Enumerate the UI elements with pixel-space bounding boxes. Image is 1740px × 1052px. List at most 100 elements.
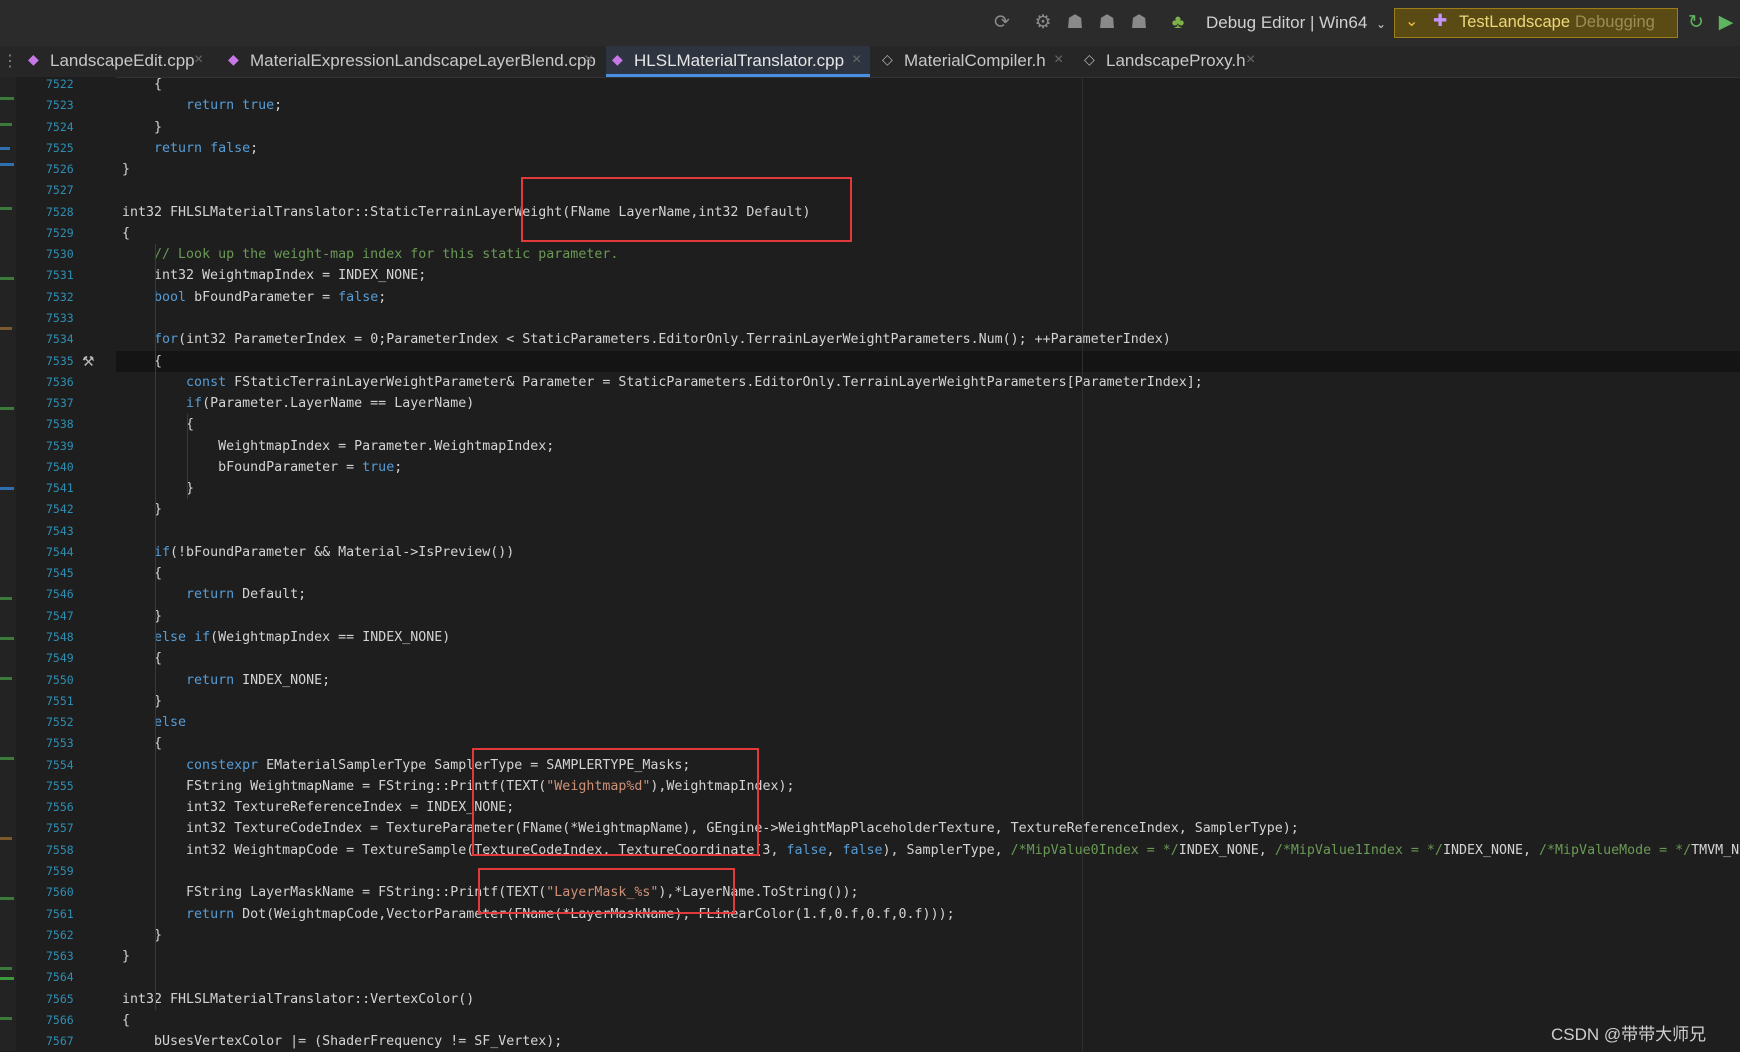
line-number[interactable]: 7527 — [46, 180, 82, 201]
code-line[interactable]: { — [122, 648, 162, 669]
line-number[interactable]: 7560 — [46, 882, 82, 903]
line-number[interactable]: 7541 — [46, 478, 82, 499]
line-number[interactable]: 7552 — [46, 712, 82, 733]
line-number[interactable]: 7530 — [46, 244, 82, 265]
gamepad-alt-icon[interactable]: ☗ — [1095, 11, 1119, 35]
code-line[interactable]: if(!bFoundParameter && Material->IsPrevi… — [122, 542, 514, 563]
line-number[interactable]: 7564 — [46, 967, 82, 988]
gamepad-icon[interactable]: ☗ — [1063, 11, 1087, 35]
line-number[interactable]: 7529 — [46, 223, 82, 244]
line-number[interactable]: 7554 — [46, 755, 82, 776]
line-number[interactable]: 7542 — [46, 499, 82, 520]
line-number-gutter[interactable]: 7522 7523 7524 7525 7526 7527 7528 7529 7530 7531… — [16, 77, 116, 1051]
line-number[interactable]: 7522 — [46, 74, 82, 95]
tab-materialexpressionlandscapelayerblend[interactable]: ◆ MaterialExpressionLandscapeLayerBlend.… — [222, 46, 600, 77]
code-line[interactable]: int32 FHLSLMaterialTranslator::VertexCol… — [122, 989, 474, 1010]
line-number[interactable]: 7523 — [46, 95, 82, 116]
code-line[interactable]: } — [122, 691, 162, 712]
code-line[interactable]: if(Parameter.LayerName == LayerName) — [122, 393, 474, 414]
line-number[interactable]: 7540 — [46, 457, 82, 478]
line-number[interactable]: 7533 — [46, 308, 82, 329]
code-line[interactable]: const FStaticTerrainLayerWeightParameter… — [122, 372, 1203, 393]
line-number[interactable]: 7549 — [46, 648, 82, 669]
line-number[interactable]: 7547 — [46, 606, 82, 627]
code-line[interactable]: int32 TextureReferenceIndex = INDEX_NONE… — [122, 797, 514, 818]
line-number[interactable]: 7550 — [46, 670, 82, 691]
debug-continue-icon[interactable]: ▶ — [1714, 11, 1738, 35]
close-icon[interactable]: × — [1246, 51, 1255, 69]
hammer-icon[interactable]: ⚒ — [82, 351, 102, 372]
line-number[interactable]: 7543 — [46, 521, 82, 542]
code-line[interactable]: } — [122, 925, 162, 946]
close-icon[interactable]: × — [852, 51, 861, 69]
line-number[interactable]: 7536 — [46, 372, 82, 393]
line-number[interactable]: 7557 — [46, 818, 82, 839]
line-number[interactable]: 7556 — [46, 797, 82, 818]
code-line[interactable]: // Look up the weight-map index for this… — [122, 244, 618, 265]
line-number[interactable]: 7535 — [46, 351, 82, 372]
tab-landscapeproxy[interactable]: ◇ LandscapeProxy.h × — [1078, 46, 1264, 77]
line-number[interactable]: 7551 — [46, 691, 82, 712]
code-line[interactable]: return INDEX_NONE; — [122, 670, 330, 691]
restart-icon[interactable]: ↻ — [1684, 11, 1708, 35]
code-line[interactable]: } — [122, 946, 130, 967]
line-number[interactable]: 7565 — [46, 989, 82, 1010]
tab-hlslmaterialtranslator[interactable]: ◆ HLSLMaterialTranslator.cpp × — [606, 46, 870, 77]
code-line[interactable]: { — [122, 223, 130, 244]
line-number[interactable]: 7539 — [46, 436, 82, 457]
close-icon[interactable]: × — [194, 51, 203, 69]
run-configuration[interactable]: ⌄ ✚ TestLandscape Debugging — [1394, 8, 1678, 38]
code-line[interactable]: bool bFoundParameter = false; — [122, 287, 386, 308]
gamepad-connect-icon[interactable]: ☗ — [1127, 11, 1151, 35]
refresh-icon[interactable]: ⟳ — [990, 11, 1014, 35]
line-number[interactable]: 7546 — [46, 584, 82, 605]
line-number[interactable]: 7525 — [46, 138, 82, 159]
code-line[interactable]: bFoundParameter = true; — [122, 457, 402, 478]
line-number[interactable]: 7566 — [46, 1010, 82, 1031]
line-number[interactable]: 7524 — [46, 117, 82, 138]
close-icon[interactable]: × — [584, 51, 593, 69]
code-line[interactable]: for(int32 ParameterIndex = 0;ParameterIn… — [122, 329, 1171, 350]
tab-menu-icon[interactable]: ⋮ — [2, 51, 18, 71]
line-number[interactable]: 7538 — [46, 414, 82, 435]
code-line[interactable]: int32 WeightmapCode = TextureSample(Text… — [122, 840, 1740, 861]
line-number[interactable]: 7544 — [46, 542, 82, 563]
tab-materialcompiler[interactable]: ◇ MaterialCompiler.h × — [876, 46, 1072, 77]
code-line[interactable]: } — [122, 499, 162, 520]
line-number[interactable]: 7561 — [46, 904, 82, 925]
line-number[interactable]: 7558 — [46, 840, 82, 861]
code-line[interactable]: } — [122, 478, 194, 499]
line-number[interactable]: 7555 — [46, 776, 82, 797]
code-line[interactable]: int32 WeightmapIndex = INDEX_NONE; — [122, 265, 426, 286]
line-number[interactable]: 7562 — [46, 925, 82, 946]
code-line[interactable]: { — [122, 563, 162, 584]
line-number[interactable]: 7532 — [46, 287, 82, 308]
line-number[interactable]: 7563 — [46, 946, 82, 967]
close-icon[interactable]: × — [1054, 51, 1063, 69]
code-line[interactable]: return false; — [122, 138, 258, 159]
code-line[interactable]: { — [122, 414, 194, 435]
line-number[interactable]: 7528 — [46, 202, 82, 223]
code-line[interactable]: return true; — [122, 95, 282, 116]
line-number[interactable]: 7553 — [46, 733, 82, 754]
code-line[interactable]: return Default; — [122, 584, 306, 605]
line-number[interactable]: 7548 — [46, 627, 82, 648]
line-number[interactable]: 7545 — [46, 563, 82, 584]
line-number[interactable]: 7526 — [46, 159, 82, 180]
tab-landscapeedit[interactable]: ◆ LandscapeEdit.cpp × — [22, 46, 212, 77]
code-editor[interactable]: { return true; } return false;} int32 FHL… — [116, 77, 1740, 1051]
code-line[interactable]: else if(WeightmapIndex == INDEX_NONE) — [122, 627, 450, 648]
build-config-dropdown[interactable]: Debug Editor | Win64 ⌄ — [1206, 11, 1386, 36]
code-line[interactable]: { — [122, 77, 162, 95]
code-line[interactable]: { — [122, 1010, 130, 1031]
settings-icon[interactable]: ⚙ — [1031, 11, 1055, 35]
line-number[interactable]: 7559 — [46, 861, 82, 882]
code-line[interactable]: } — [122, 117, 162, 138]
build-icon[interactable]: ♣ — [1166, 11, 1190, 35]
code-line[interactable]: } — [122, 159, 130, 180]
code-line[interactable]: { — [122, 733, 162, 754]
code-line[interactable]: } — [122, 606, 162, 627]
code-line[interactable]: { — [122, 351, 162, 372]
line-number[interactable]: 7534 — [46, 329, 82, 350]
line-number[interactable]: 7567 — [46, 1031, 82, 1052]
